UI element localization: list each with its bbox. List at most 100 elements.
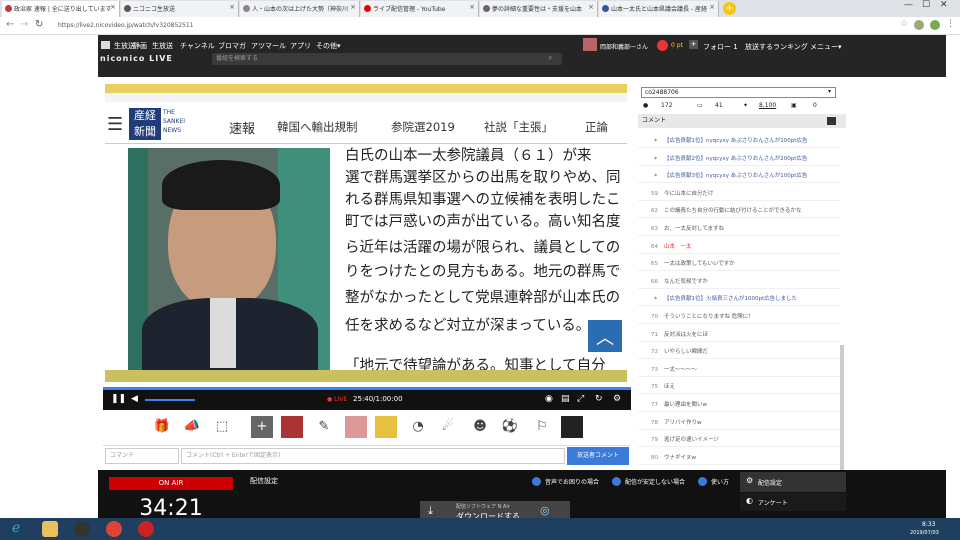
chevron-down-icon[interactable]: ▾ xyxy=(828,88,831,95)
close-icon[interactable]: × xyxy=(709,3,715,11)
maximize-icon[interactable]: ☐ xyxy=(922,0,930,10)
comment-row[interactable]: ✦ 【広告貢献2位】nyqcyxy あぶさりおんさんが200pt広告 xyxy=(638,153,840,166)
profile-avatar[interactable] xyxy=(930,20,940,30)
close-icon[interactable]: × xyxy=(229,3,235,11)
reload-icon[interactable]: ↻ xyxy=(35,19,43,30)
niconico-live-logo[interactable]: niconico LIVE xyxy=(100,54,173,63)
item-icon[interactable]: ✎ xyxy=(313,416,335,438)
browser-tab[interactable]: 人・山本の次は上げた大勢（神奈川 × xyxy=(240,1,360,17)
pause-icon[interactable]: ❚❚ xyxy=(111,394,126,404)
url-field[interactable]: https://live2.nicovideo.jp/watch/lv32085… xyxy=(58,20,918,32)
settings-menu-item[interactable]: ⚙ 配信設定 xyxy=(740,472,846,492)
ie-icon[interactable]: ℯ xyxy=(12,520,20,536)
comment-row[interactable]: 79 逃げ足の速いイメージ xyxy=(638,434,840,448)
volume-slider[interactable] xyxy=(145,399,195,401)
gift-icon[interactable]: 🎁 xyxy=(151,416,173,438)
browser-tab[interactable]: 政治家 速報 | 全に送り出しています × xyxy=(2,1,120,17)
search-icon[interactable]: ⌕ xyxy=(548,53,552,63)
ranking-link[interactable]: ランキング xyxy=(773,42,808,52)
comment-row[interactable]: 62 この議員たち自分の行動に結び付けることができるかな xyxy=(638,205,840,219)
close-window-icon[interactable]: ✕ xyxy=(940,0,948,10)
item-icon[interactable] xyxy=(375,416,397,438)
folder-icon[interactable] xyxy=(42,521,58,537)
item-icon[interactable]: ☄ xyxy=(437,416,459,438)
nav-item[interactable]: 静画 xyxy=(133,41,147,51)
ad-points[interactable]: 8,100 xyxy=(759,102,776,109)
volume-icon[interactable]: ◀ xyxy=(131,394,138,404)
nav-item[interactable]: その他▾ xyxy=(316,41,341,51)
close-icon[interactable]: × xyxy=(110,3,116,11)
comment-row[interactable]: 70 そういうことになりますね 危険に！ xyxy=(638,311,840,324)
settings-icon[interactable]: ⚙ xyxy=(613,394,621,404)
minimize-icon[interactable]: — xyxy=(904,0,913,10)
browser-tab[interactable]: ニコニコ生放送 × xyxy=(121,1,239,17)
comment-row[interactable]: 78 アリバイ作りw xyxy=(638,417,840,430)
comment-row[interactable]: 65 一太は政策してもいいですか xyxy=(638,258,840,272)
comment-row[interactable]: 72 いやらしい瞬間だ xyxy=(638,346,840,360)
browser-tab[interactable]: 夢の詳細な重要性は・支援を山本 × xyxy=(480,1,598,17)
item-icon[interactable] xyxy=(345,416,367,438)
megaphone-icon[interactable]: 📣 xyxy=(181,416,203,438)
new-tab-button[interactable]: + xyxy=(723,2,736,15)
chrome-icon[interactable] xyxy=(106,521,122,537)
community-select[interactable]: co2488706 xyxy=(641,87,836,98)
comment-toggle-icon[interactable]: ▤ xyxy=(561,394,570,404)
extension-icon[interactable] xyxy=(914,20,924,30)
comment-row[interactable]: ✦ 【広告貢献1位】nyqcyxy あぶさりおんさんが100pt広告 xyxy=(638,135,840,148)
item-icon[interactable]: ☻ xyxy=(469,416,491,438)
item-icon[interactable] xyxy=(281,416,303,438)
comment-row[interactable]: 63 お、一太反対してますね xyxy=(638,223,840,236)
follow-link[interactable]: フォロー 1 xyxy=(703,42,738,52)
comment-row[interactable]: 59 今に山本に自分だけ xyxy=(638,188,840,201)
close-icon[interactable]: × xyxy=(469,3,475,11)
broadcaster-comment-button[interactable]: 放送者コメント xyxy=(567,447,629,465)
item-icon[interactable]: ⚽ xyxy=(499,416,521,438)
nav-item[interactable]: 生放送 xyxy=(152,41,173,51)
add-points-icon[interactable]: + xyxy=(689,40,698,49)
comment-row[interactable]: 80 ウナギイヌw xyxy=(638,452,840,465)
close-icon[interactable]: × xyxy=(588,3,594,11)
item-icon[interactable]: ⚐ xyxy=(531,416,553,438)
comment-row[interactable]: ✦ 【広告貢献1位】火焔貢三さんが1000pt広告しました xyxy=(638,293,840,307)
close-icon[interactable]: × xyxy=(350,3,356,11)
back-icon[interactable]: ← xyxy=(6,19,14,30)
nav-item[interactable]: アプリ xyxy=(290,41,311,51)
reload-icon[interactable]: ↻ xyxy=(595,394,603,404)
comment-row[interactable]: 75 ほえ xyxy=(638,381,840,395)
add-button[interactable]: + xyxy=(251,416,273,438)
item-icon[interactable] xyxy=(561,416,583,438)
nav-item[interactable]: 生放送 xyxy=(114,41,135,51)
eye-icon[interactable]: ◉ xyxy=(545,394,553,404)
browser-tab[interactable]: 山本一太氏と山本県議会議長 - 産経 × xyxy=(599,1,719,17)
broadcast-link[interactable]: 放送する xyxy=(745,42,773,52)
scrollbar[interactable] xyxy=(840,345,844,470)
browser-tab[interactable]: ライブ配信管理 - YouTube × xyxy=(361,1,479,17)
comment-row[interactable]: ✦ 【広告貢献3位】nyqcyxy あぶさりおんさんが100pt広告 xyxy=(638,170,840,184)
help-link[interactable]: 配信が安定しない場合 xyxy=(625,477,685,486)
fullscreen-icon[interactable]: ⤢ xyxy=(577,394,584,404)
menu-icon[interactable]: ⋮ xyxy=(946,19,955,29)
comment-row[interactable]: 71 反対派は火をにほ xyxy=(638,329,840,342)
comment-input[interactable]: コメント(Ctrl + Enterで固定表示) xyxy=(181,448,565,464)
avatar[interactable] xyxy=(583,38,597,51)
comment-settings-icon[interactable] xyxy=(827,117,836,125)
help-link[interactable]: 音声でお困りの場合 xyxy=(545,477,599,486)
nav-item[interactable]: ブロマガ xyxy=(218,41,246,51)
user-name[interactable]: 岡部和義部一さん xyxy=(600,42,648,51)
nav-item[interactable]: アツマール xyxy=(251,41,286,51)
comment-row[interactable]: 66 なんだ気候ですか xyxy=(638,276,840,289)
survey-menu-item[interactable]: ◐ アンケート xyxy=(740,493,846,511)
nav-item[interactable]: チャンネル xyxy=(180,41,215,51)
app-icon[interactable] xyxy=(74,521,90,537)
help-link[interactable]: 使い方 xyxy=(711,477,729,486)
app-icon[interactable] xyxy=(138,521,154,537)
star-icon[interactable]: ☆ xyxy=(900,19,908,29)
item-icon[interactable]: ◔ xyxy=(407,416,429,438)
comment-row[interactable]: 64 山本 一太 xyxy=(638,241,840,254)
notification-icon[interactable] xyxy=(657,40,668,51)
command-input[interactable]: コマンド xyxy=(105,448,179,464)
box-icon[interactable]: ⬚ xyxy=(211,416,233,438)
forward-icon[interactable]: → xyxy=(20,19,28,30)
search-input[interactable]: 番組を検索する xyxy=(212,53,562,65)
comment-row[interactable]: 73 一太〜〜〜〜 xyxy=(638,364,840,377)
